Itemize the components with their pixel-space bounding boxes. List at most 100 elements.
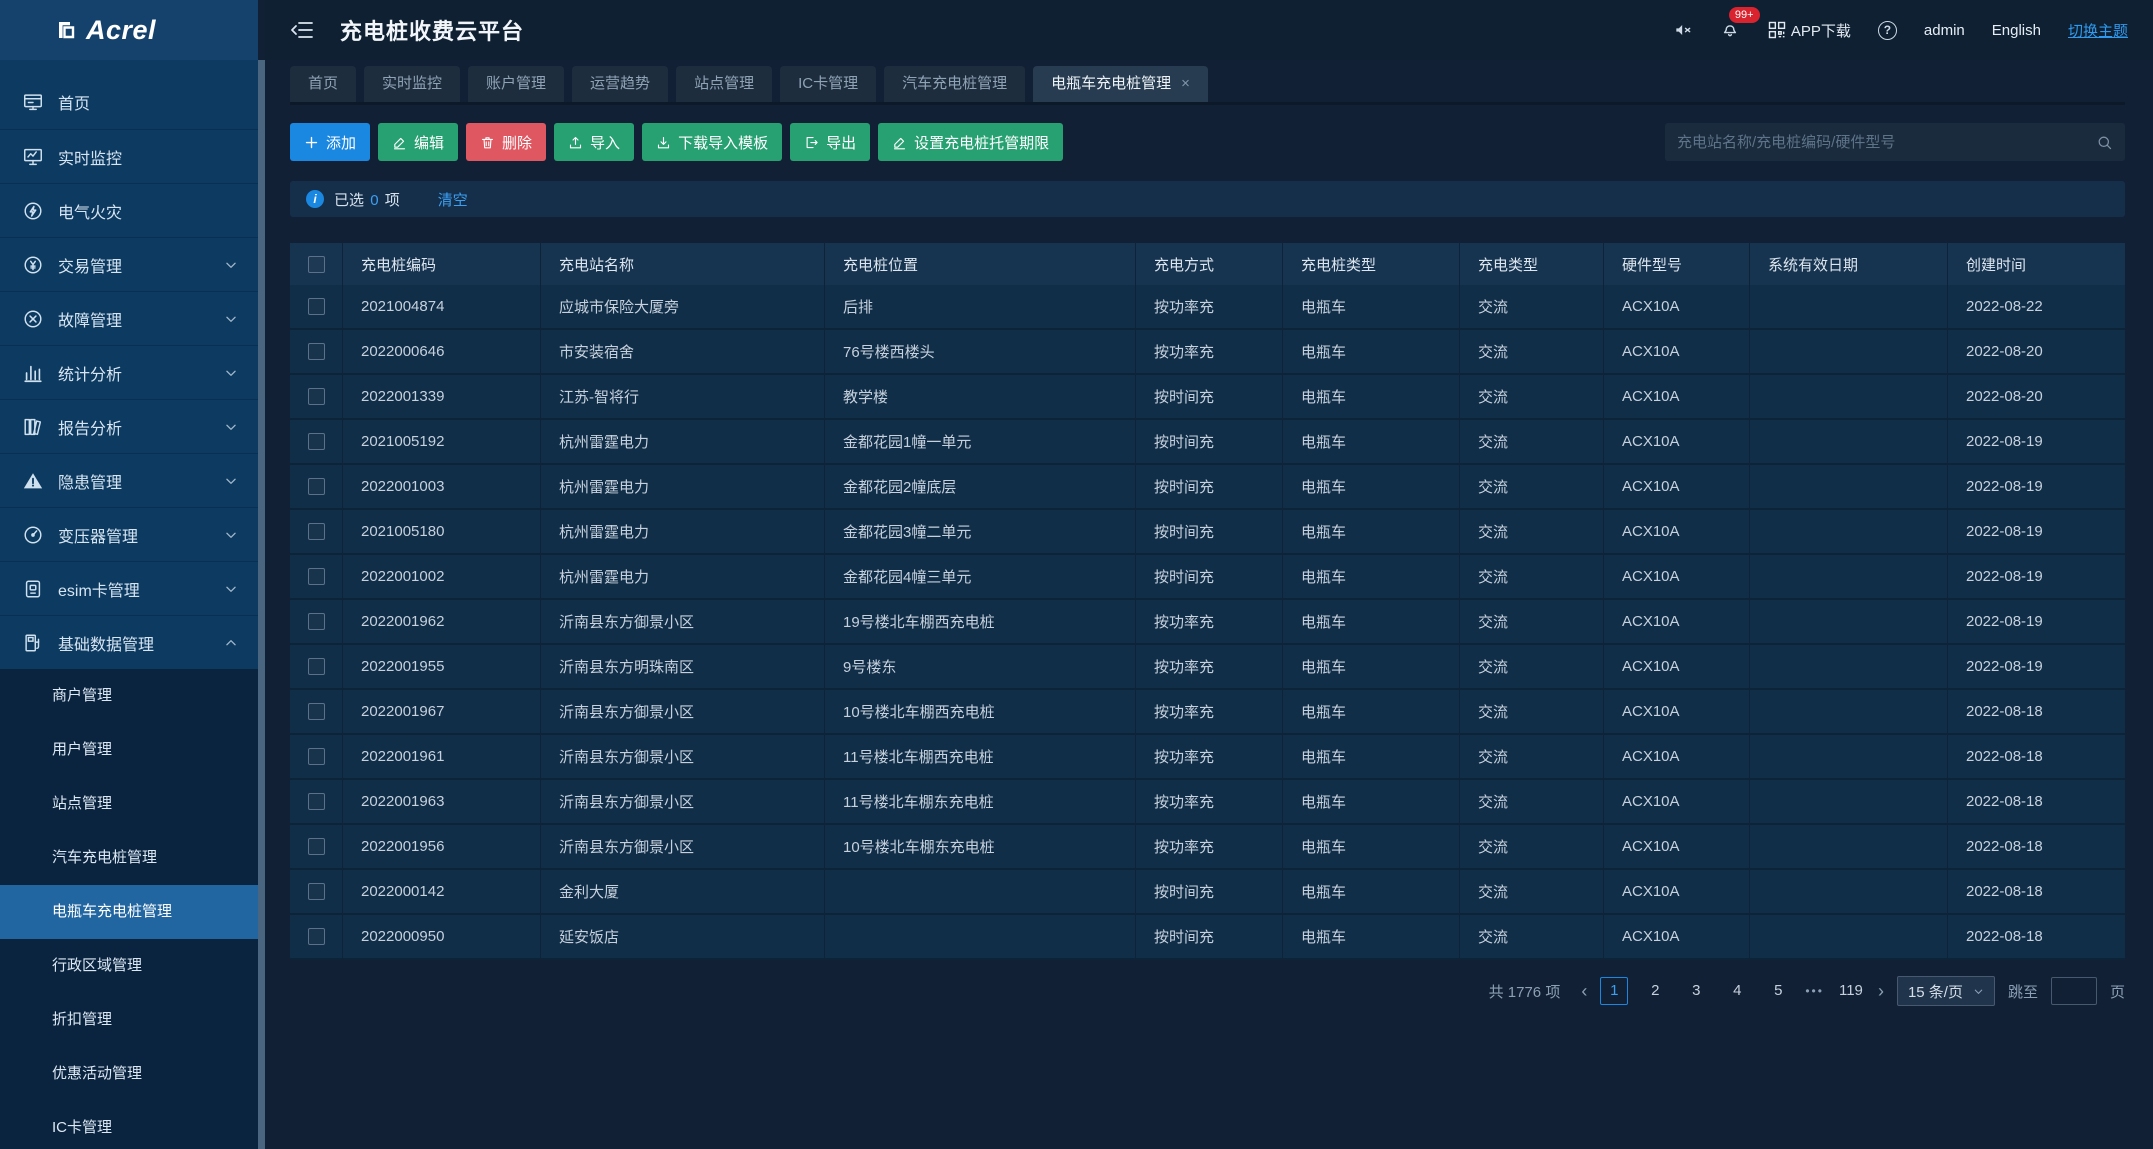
tab[interactable]: 汽车充电桩管理 xyxy=(884,66,1025,102)
sidebar-item[interactable]: 统计分析 xyxy=(0,345,258,399)
sidebar-item[interactable]: 基础数据管理 xyxy=(0,615,258,669)
row-checkbox[interactable] xyxy=(308,568,325,585)
last-page-button[interactable]: 119 xyxy=(1837,977,1865,1005)
sidebar-scrollbar[interactable] xyxy=(258,60,265,1149)
clear-selection-link[interactable]: 清空 xyxy=(438,189,468,210)
row-checkbox[interactable] xyxy=(308,658,325,675)
row-checkbox[interactable] xyxy=(308,703,325,720)
page-number-button[interactable]: 3 xyxy=(1682,977,1710,1005)
row-checkbox[interactable] xyxy=(308,838,325,855)
page-number-button[interactable]: 2 xyxy=(1641,977,1669,1005)
toolbar-button[interactable]: 下载导入模板 xyxy=(642,123,782,161)
mute-icon[interactable] xyxy=(1673,20,1693,40)
row-checkbox[interactable] xyxy=(308,343,325,360)
user-menu[interactable]: admin xyxy=(1924,22,1965,39)
row-checkbox[interactable] xyxy=(308,388,325,405)
sidebar-item[interactable]: esim卡管理 xyxy=(0,561,258,615)
sidebar-item[interactable]: 变压器管理 xyxy=(0,507,258,561)
sidebar-subitem[interactable]: 用户管理 xyxy=(0,723,258,777)
tab[interactable]: 电瓶车充电桩管理× xyxy=(1033,66,1208,102)
select-all-checkbox[interactable] xyxy=(308,256,325,273)
row-checkbox[interactable] xyxy=(308,748,325,765)
tab[interactable]: 账户管理 xyxy=(468,66,564,102)
table-row[interactable]: 2022000142金利大厦按时间充电瓶车交流ACX10A2022-08-18 xyxy=(290,870,2125,915)
page-number-button[interactable]: 1 xyxy=(1600,977,1628,1005)
column-header[interactable]: 充电类型 xyxy=(1460,243,1604,285)
toolbar-button[interactable]: 删除 xyxy=(466,123,546,161)
sidebar-subitem[interactable]: 汽车充电桩管理 xyxy=(0,831,258,885)
close-icon[interactable]: × xyxy=(1181,66,1190,102)
language-switcher[interactable]: English xyxy=(1992,22,2041,39)
collapse-sidebar-icon[interactable] xyxy=(290,18,314,42)
column-header[interactable]: 充电方式 xyxy=(1136,243,1283,285)
notifications[interactable]: 99+ xyxy=(1720,18,1740,42)
sidebar-subitem[interactable]: 站点管理 xyxy=(0,777,258,831)
row-checkbox[interactable] xyxy=(308,793,325,810)
toolbar-button[interactable]: 编辑 xyxy=(378,123,458,161)
sidebar-subitem[interactable]: 优惠活动管理 xyxy=(0,1047,258,1101)
jump-page-input[interactable] xyxy=(2051,977,2097,1005)
search-icon[interactable] xyxy=(2096,134,2113,151)
tab[interactable]: 运营趋势 xyxy=(572,66,668,102)
sidebar-item[interactable]: 首页 xyxy=(0,75,258,129)
table-row[interactable]: 2022001967沂南县东方御景小区10号楼北车棚西充电桩按功率充电瓶车交流A… xyxy=(290,690,2125,735)
table-row[interactable]: 2022001955沂南县东方明珠南区9号楼东按功率充电瓶车交流ACX10A20… xyxy=(290,645,2125,690)
table-row[interactable]: 2022001962沂南县东方御景小区19号楼北车棚西充电桩按功率充电瓶车交流A… xyxy=(290,600,2125,645)
column-header[interactable]: 充电站名称 xyxy=(541,243,825,285)
toolbar-button[interactable]: 导出 xyxy=(790,123,870,161)
table-row[interactable]: 2021005180杭州雷霆电力金都花园3幢二单元按时间充电瓶车交流ACX10A… xyxy=(290,510,2125,555)
sidebar-subitem[interactable]: 行政区域管理 xyxy=(0,939,258,993)
sidebar-item[interactable]: 隐患管理 xyxy=(0,453,258,507)
sidebar-item[interactable]: 电气火灾 xyxy=(0,183,258,237)
table-row[interactable]: 2021005192杭州雷霆电力金都花园1幢一单元按时间充电瓶车交流ACX10A… xyxy=(290,420,2125,465)
table-row[interactable]: 2022001339江苏-智将行教学楼按时间充电瓶车交流ACX10A2022-0… xyxy=(290,375,2125,420)
column-header[interactable]: 系统有效日期 xyxy=(1750,243,1948,285)
brand-logo[interactable]: Acrel xyxy=(0,0,258,60)
row-checkbox[interactable] xyxy=(308,523,325,540)
help-icon[interactable]: ? xyxy=(1878,21,1897,40)
sidebar-item[interactable]: 故障管理 xyxy=(0,291,258,345)
table-row[interactable]: 2022000950延安饭店按时间充电瓶车交流ACX10A2022-08-18 xyxy=(290,915,2125,960)
sidebar-subitem[interactable]: IC卡管理 xyxy=(0,1101,258,1149)
page-size-select[interactable]: 15 条/页 xyxy=(1897,976,1995,1006)
column-header[interactable]: 充电桩位置 xyxy=(825,243,1136,285)
app-download[interactable]: APP下载 xyxy=(1767,20,1851,41)
table-row[interactable]: 2022001956沂南县东方御景小区10号楼北车棚东充电桩按功率充电瓶车交流A… xyxy=(290,825,2125,870)
toolbar-button[interactable]: 设置充电桩托管期限 xyxy=(878,123,1063,161)
theme-toggle-link[interactable]: 切换主题 xyxy=(2068,20,2128,41)
table-row[interactable]: 2022001961沂南县东方御景小区11号楼北车棚西充电桩按功率充电瓶车交流A… xyxy=(290,735,2125,780)
page-number-button[interactable]: 4 xyxy=(1723,977,1751,1005)
table-row[interactable]: 2022001003杭州雷霆电力金都花园2幢底层按时间充电瓶车交流ACX10A2… xyxy=(290,465,2125,510)
table-row[interactable]: 2022001963沂南县东方御景小区11号楼北车棚东充电桩按功率充电瓶车交流A… xyxy=(290,780,2125,825)
column-header[interactable]: 充电桩类型 xyxy=(1283,243,1460,285)
column-header[interactable]: 创建时间 xyxy=(1948,243,2125,285)
column-header[interactable]: 硬件型号 xyxy=(1604,243,1750,285)
row-checkbox[interactable] xyxy=(308,298,325,315)
row-checkbox[interactable] xyxy=(308,433,325,450)
sidebar-item[interactable]: 实时监控 xyxy=(0,129,258,183)
row-checkbox[interactable] xyxy=(308,928,325,945)
search-input[interactable] xyxy=(1677,134,2096,151)
tab[interactable]: 首页 xyxy=(290,66,356,102)
table-row[interactable]: 2021004874应城市保险大厦旁后排按功率充电瓶车交流ACX10A2022-… xyxy=(290,285,2125,330)
toolbar-button[interactable]: 导入 xyxy=(554,123,634,161)
table-row[interactable]: 2022001002杭州雷霆电力金都花园4幢三单元按时间充电瓶车交流ACX10A… xyxy=(290,555,2125,600)
sidebar-subitem[interactable]: 折扣管理 xyxy=(0,993,258,1047)
table-row[interactable]: 2022000646市安装宿舍76号楼西楼头按功率充电瓶车交流ACX10A202… xyxy=(290,330,2125,375)
tab[interactable]: 站点管理 xyxy=(676,66,772,102)
prev-page-icon[interactable]: ‹ xyxy=(1581,982,1587,1000)
pagination-ellipsis[interactable]: ••• xyxy=(1805,984,1824,998)
tab[interactable]: IC卡管理 xyxy=(780,66,876,102)
toolbar-button[interactable]: 添加 xyxy=(290,123,370,161)
sidebar-subitem[interactable]: 电瓶车充电桩管理 xyxy=(0,885,258,939)
column-header[interactable]: 充电桩编码 xyxy=(343,243,541,285)
row-checkbox[interactable] xyxy=(308,478,325,495)
tab[interactable]: 实时监控 xyxy=(364,66,460,102)
next-page-icon[interactable]: › xyxy=(1878,982,1884,1000)
sidebar-item[interactable]: 交易管理 xyxy=(0,237,258,291)
page-number-button[interactable]: 5 xyxy=(1764,977,1792,1005)
sidebar-subitem[interactable]: 商户管理 xyxy=(0,669,258,723)
row-checkbox[interactable] xyxy=(308,883,325,900)
row-checkbox[interactable] xyxy=(308,613,325,630)
sidebar-item[interactable]: 报告分析 xyxy=(0,399,258,453)
